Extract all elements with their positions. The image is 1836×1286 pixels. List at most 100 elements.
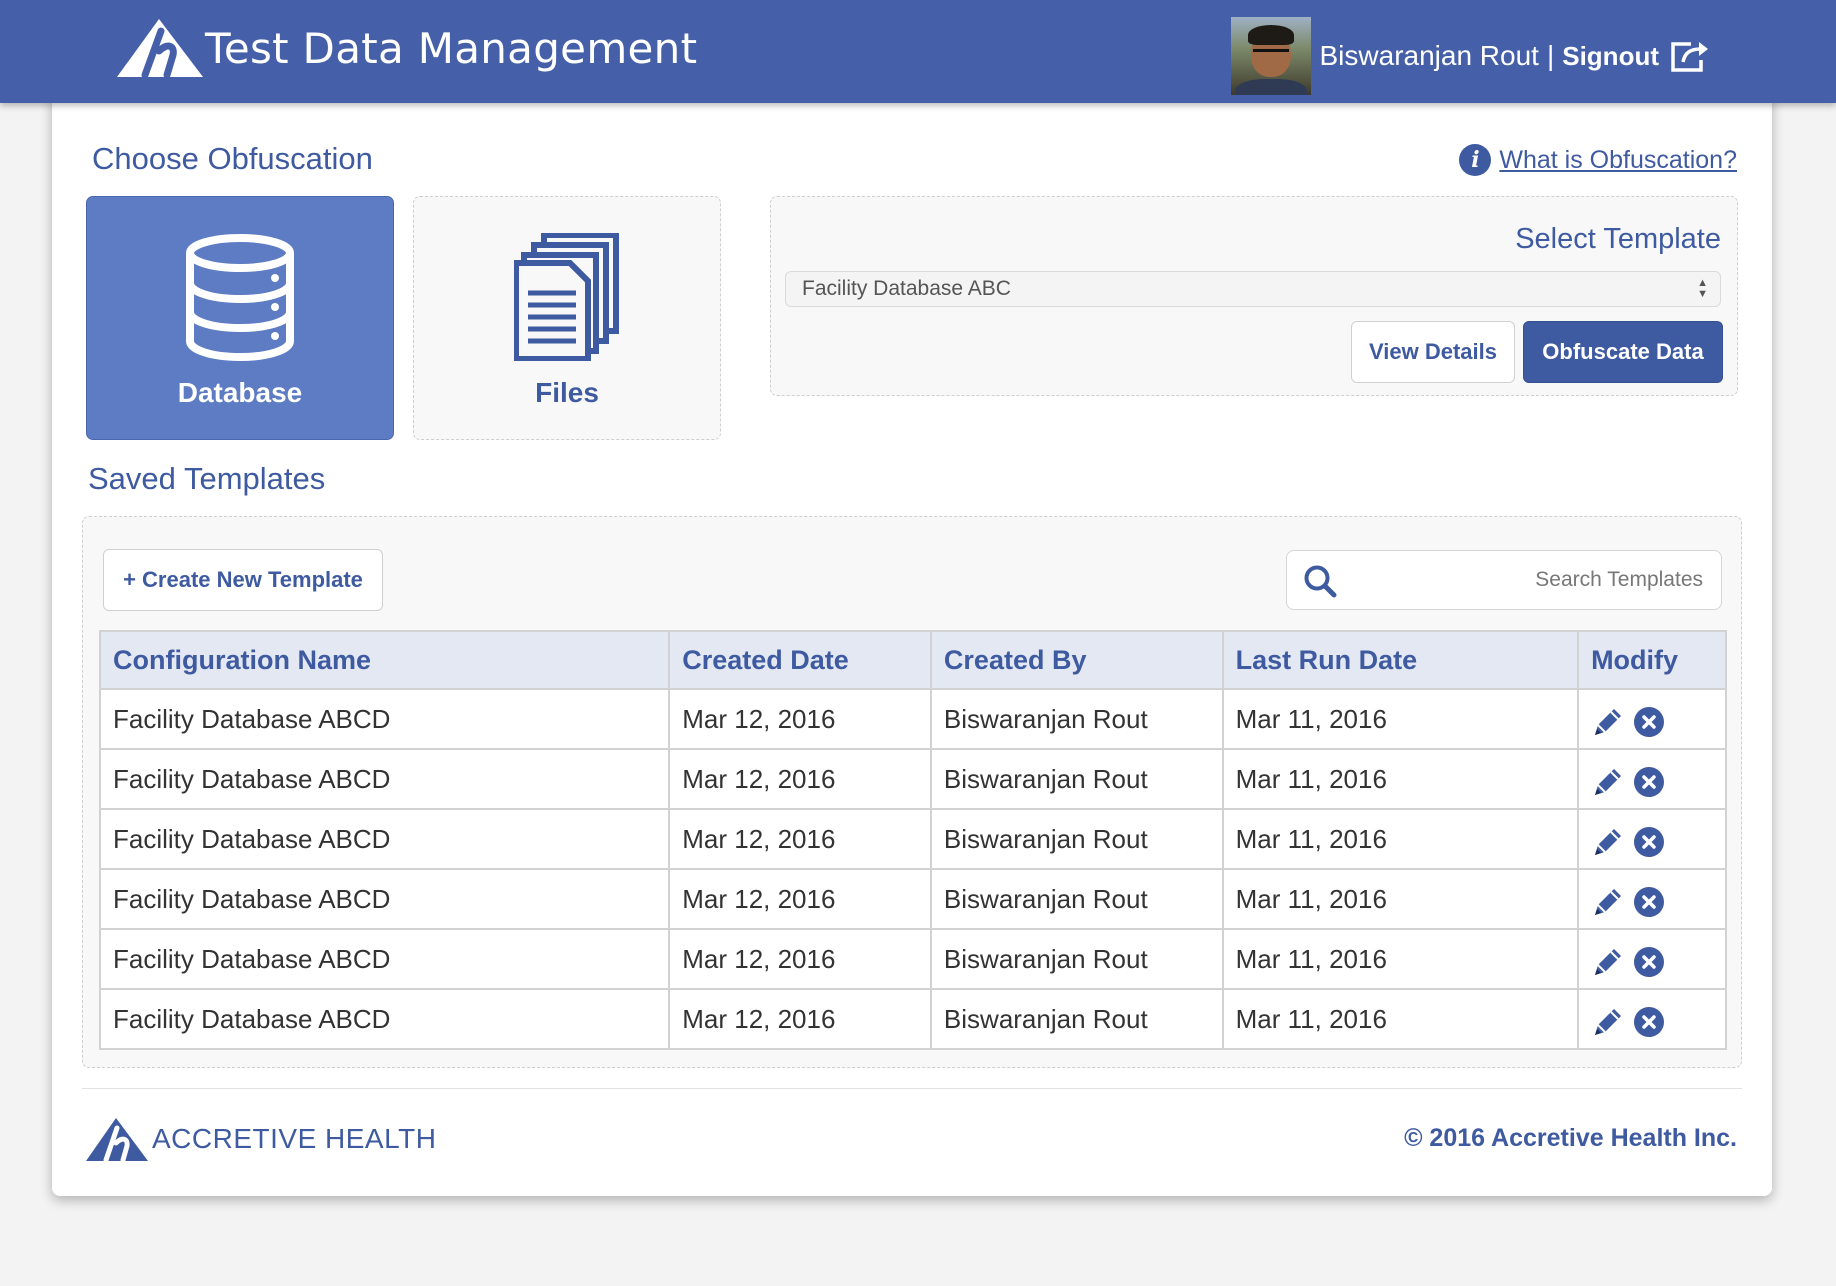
- view-details-button[interactable]: View Details: [1351, 321, 1515, 383]
- modify-actions: [1591, 819, 1725, 859]
- created-by-cell: Biswaranjan Rout: [929, 748, 1224, 810]
- table-row: Facility Database ABCD Mar 12, 2016 Biswar…: [98, 868, 1727, 930]
- modify-cell: [1577, 988, 1727, 1050]
- footer-divider: [82, 1088, 1742, 1089]
- created-date-cell: Mar 12, 2016: [668, 808, 932, 870]
- configuration-name-cell: Facility Database ABCD: [98, 748, 671, 810]
- column-header-modify: Modify: [1577, 630, 1727, 690]
- last-run-date-cell: Mar 11, 2016: [1221, 748, 1580, 810]
- signout-label: Signout: [1562, 40, 1659, 71]
- table-row: Facility Database ABCD Mar 12, 2016 Biswar…: [98, 688, 1727, 750]
- created-date-cell: Mar 12, 2016: [668, 868, 932, 930]
- table-body: Facility Database ABCD Mar 12, 2016 Biswar…: [98, 688, 1727, 1050]
- edit-pencil-icon[interactable]: [1591, 825, 1625, 859]
- column-header-created-date[interactable]: Created Date: [668, 630, 932, 690]
- obfuscate-data-button[interactable]: Obfuscate Data: [1523, 321, 1723, 383]
- copyright: © 2016 Accretive Health Inc.: [1404, 1124, 1737, 1152]
- delete-icon[interactable]: [1633, 886, 1665, 918]
- logo-icon: [117, 19, 203, 79]
- files-label: Files: [535, 377, 599, 408]
- table-row: Facility Database ABCD Mar 12, 2016 Biswar…: [98, 808, 1727, 870]
- main-card: Choose Obfuscation i What is Obfuscation…: [52, 92, 1772, 1196]
- last-run-date-cell: Mar 11, 2016: [1221, 868, 1580, 930]
- delete-icon[interactable]: [1633, 826, 1665, 858]
- last-run-date-cell: Mar 11, 2016: [1221, 808, 1580, 870]
- modify-cell: [1577, 868, 1727, 930]
- modify-actions: [1591, 999, 1725, 1039]
- table-row: Facility Database ABCD Mar 12, 2016 Biswar…: [98, 928, 1727, 990]
- footer-logo: ACCRETIVE HEALTH: [86, 1116, 436, 1162]
- user-name: Biswaranjan Rout: [1319, 40, 1539, 71]
- configuration-name-cell: Facility Database ABCD: [98, 988, 671, 1050]
- info-icon: i: [1459, 144, 1492, 176]
- edit-pencil-icon[interactable]: [1591, 1005, 1625, 1039]
- modify-actions: [1591, 879, 1725, 919]
- app-title: Test Data Management: [205, 23, 698, 73]
- delete-icon[interactable]: [1633, 1006, 1665, 1038]
- database-option[interactable]: Database: [86, 196, 394, 440]
- footer-brand-name: ACCRETIVE HEALTH: [152, 1123, 437, 1154]
- template-select-value: Facility Database ABC: [802, 277, 1011, 300]
- what-is-obfuscation-label: What is Obfuscation?: [1499, 145, 1737, 174]
- edit-pencil-icon[interactable]: [1591, 765, 1625, 799]
- configuration-name-cell: Facility Database ABCD: [98, 868, 671, 930]
- search-box: [1286, 550, 1722, 610]
- select-arrows-icon: ▲ ▼: [1697, 277, 1708, 300]
- user-area: Biswaranjan Rout | Signout: [1230, 17, 1710, 95]
- configuration-name-cell: Facility Database ABCD: [98, 928, 671, 990]
- edit-pencil-icon[interactable]: [1591, 705, 1625, 739]
- search-icon: [1304, 565, 1337, 598]
- configuration-name-cell: Facility Database ABCD: [98, 688, 671, 750]
- column-header-last-run-date[interactable]: Last Run Date: [1221, 630, 1580, 690]
- templates-table: Configuration Name Created Date Created …: [98, 630, 1727, 1050]
- delete-icon[interactable]: [1633, 946, 1665, 978]
- modify-cell: [1577, 808, 1727, 870]
- delete-icon[interactable]: [1633, 766, 1665, 798]
- modify-actions: [1591, 939, 1725, 979]
- create-new-template-button[interactable]: + Create New Template: [103, 549, 383, 611]
- template-select[interactable]: Facility Database ABC ▲ ▼: [785, 271, 1721, 307]
- column-header-configuration-name[interactable]: Configuration Name: [98, 630, 671, 690]
- files-icon: [514, 233, 619, 361]
- database-icon: [186, 234, 294, 361]
- modify-cell: [1577, 928, 1727, 990]
- created-by-cell: Biswaranjan Rout: [929, 988, 1224, 1050]
- delete-icon[interactable]: [1633, 706, 1665, 738]
- table-header-row: Configuration Name Created Date Created …: [98, 630, 1727, 690]
- signout-button[interactable]: Signout: [1562, 40, 1709, 72]
- configuration-name-cell: Facility Database ABCD: [98, 808, 671, 870]
- last-run-date-cell: Mar 11, 2016: [1221, 928, 1580, 990]
- what-is-obfuscation-link[interactable]: i What is Obfuscation?: [1459, 144, 1737, 176]
- avatar[interactable]: [1230, 17, 1311, 95]
- table-row: Facility Database ABCD Mar 12, 2016 Biswar…: [98, 988, 1727, 1050]
- last-run-date-cell: Mar 11, 2016: [1221, 688, 1580, 750]
- modify-cell: [1577, 748, 1727, 810]
- saved-templates-panel: + Create New Template Configuration Name…: [82, 516, 1742, 1068]
- created-by-cell: Biswaranjan Rout: [929, 868, 1224, 930]
- created-date-cell: Mar 12, 2016: [668, 688, 932, 750]
- column-header-created-by[interactable]: Created By: [929, 630, 1224, 690]
- modify-actions: [1591, 699, 1725, 739]
- last-run-date-cell: Mar 11, 2016: [1221, 988, 1580, 1050]
- modify-cell: [1577, 688, 1727, 750]
- user-separator: |: [1546, 40, 1555, 71]
- signout-icon: [1671, 42, 1708, 72]
- created-date-cell: Mar 12, 2016: [668, 748, 932, 810]
- saved-templates-title: Saved Templates: [88, 461, 326, 496]
- created-by-cell: Biswaranjan Rout: [929, 688, 1224, 750]
- select-template-panel: Select Template Facility Database ABC ▲ ▼…: [770, 196, 1738, 396]
- select-template-title: Select Template: [1515, 223, 1721, 255]
- brand: Test Data Management: [117, 16, 697, 80]
- created-by-cell: Biswaranjan Rout: [929, 808, 1224, 870]
- edit-pencil-icon[interactable]: [1591, 945, 1625, 979]
- search-templates-input[interactable]: [1347, 551, 1703, 609]
- created-date-cell: Mar 12, 2016: [668, 928, 932, 990]
- table-row: Facility Database ABCD Mar 12, 2016 Biswar…: [98, 748, 1727, 810]
- files-option[interactable]: Files: [413, 196, 721, 440]
- top-bar: Test Data Management Biswaranjan Rout | …: [0, 0, 1836, 103]
- accretive-logo-icon: [86, 1118, 148, 1162]
- database-label: Database: [177, 377, 303, 408]
- choose-obfuscation-title: Choose Obfuscation: [92, 141, 373, 176]
- edit-pencil-icon[interactable]: [1591, 885, 1625, 919]
- created-by-cell: Biswaranjan Rout: [929, 928, 1224, 990]
